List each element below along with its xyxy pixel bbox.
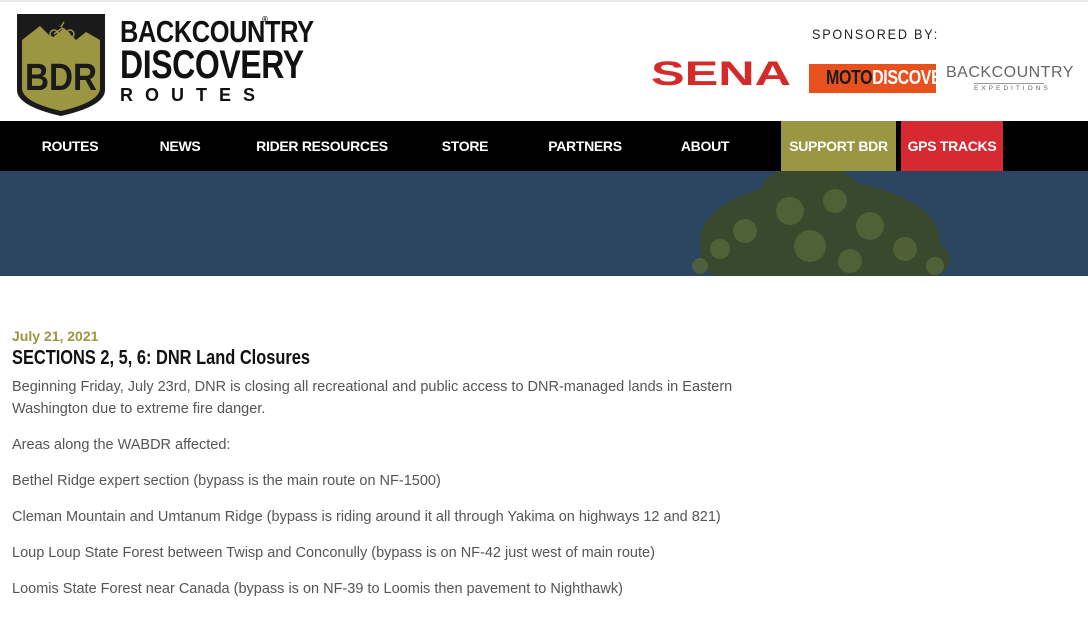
- moto-text: MOTO: [826, 67, 873, 89]
- nav-item-support-bdr[interactable]: SUPPORT BDR: [781, 121, 896, 171]
- tree-silhouette: [692, 171, 950, 276]
- article-paragraph: Bethel Ridge expert section (bypass is t…: [12, 473, 441, 489]
- hero-banner-image: [0, 171, 1088, 276]
- backcountry-logo-text: BACKCOUNTRY: [946, 64, 1074, 81]
- sponsored-by-label: SPONSORED BY:: [812, 26, 940, 42]
- nav-item-routes[interactable]: ROUTES: [24, 121, 116, 171]
- nav-item-rider-resources[interactable]: RIDER RESOURCES: [250, 121, 394, 171]
- backcountry-expeditions-logo[interactable]: BACKCOUNTRY EXPEDITIONS: [946, 64, 1074, 92]
- logo-line-routes: ROUTES: [120, 85, 268, 105]
- sena-logo-text: SENA: [651, 57, 791, 89]
- article-paragraph: Cleman Mountain and Umtanum Ridge (bypas…: [12, 509, 721, 525]
- logo-line-discovery: DISCOVERY: [120, 43, 304, 87]
- site-logo-text[interactable]: BACKCOUNTRY DISCOVERY ROUTES ®: [120, 15, 356, 105]
- article-paragraph: Areas along the WABDR affected:: [12, 437, 231, 453]
- site-header: BDR BACKCOUNTRY DISCOVERY ROUTES ® SPONS…: [0, 0, 1088, 121]
- expeditions-logo-text: EXPEDITIONS: [974, 83, 1051, 92]
- nav-item-about[interactable]: ABOUT: [668, 121, 742, 171]
- bdr-badge-text: BDR: [25, 57, 97, 99]
- article-paragraph: Loup Loup State Forest between Twisp and…: [12, 545, 655, 561]
- article: July 21, 2021 SECTIONS 2, 5, 6: DNR Land…: [12, 328, 752, 614]
- article-date: July 21, 2021: [12, 328, 99, 344]
- article-paragraph: Beginning Friday, July 23rd, DNR is clos…: [12, 379, 733, 417]
- nav-item-gps-tracks[interactable]: GPS TRACKS: [901, 121, 1003, 171]
- sena-logo[interactable]: SENA: [650, 57, 792, 89]
- registered-mark: ®: [262, 15, 268, 24]
- nav-item-partners[interactable]: PARTNERS: [538, 121, 632, 171]
- bdr-logo-badge[interactable]: BDR: [14, 10, 108, 118]
- nav-item-store[interactable]: STORE: [430, 121, 500, 171]
- main-nav: ROUTES NEWS RIDER RESOURCES STORE PARTNE…: [0, 121, 1088, 171]
- discovery-text: DISCOVERY: [872, 67, 936, 89]
- nav-item-news[interactable]: NEWS: [146, 121, 214, 171]
- article-title[interactable]: SECTIONS 2, 5, 6: DNR Land Closures: [12, 347, 619, 370]
- motodiscovery-logo[interactable]: MOTODISCOVERY: [809, 64, 936, 93]
- article-paragraph: Loomis State Forest near Canada (bypass …: [12, 581, 623, 597]
